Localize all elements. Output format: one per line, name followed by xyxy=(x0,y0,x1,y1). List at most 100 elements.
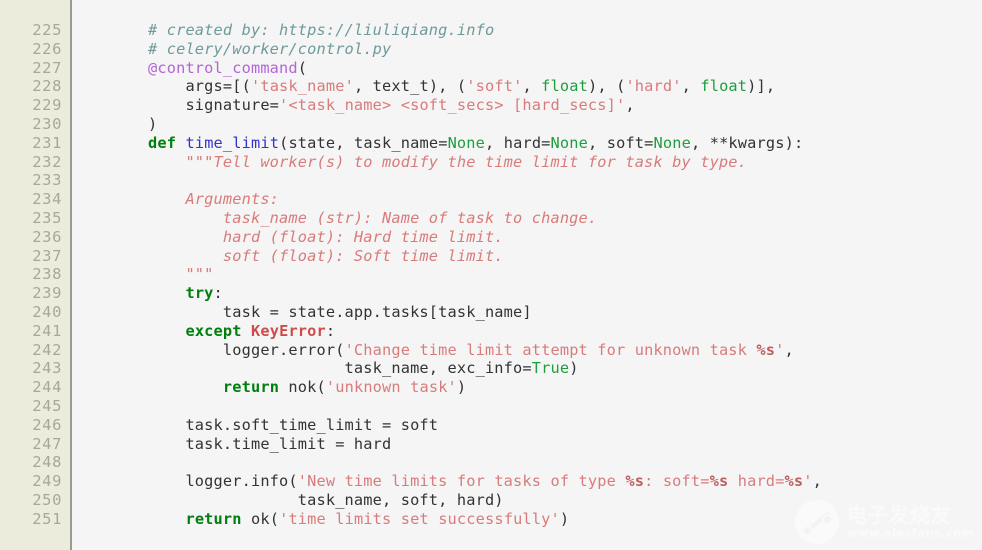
code-line: """ xyxy=(148,265,822,284)
code-line: except KeyError: xyxy=(148,322,822,341)
code-token: except xyxy=(185,321,242,340)
line-number: 237 xyxy=(32,246,62,265)
code-line: hard (float): Hard time limit. xyxy=(148,228,822,247)
code-token: , hard= xyxy=(485,133,551,152)
code-line: def time_limit(state, task_name=None, ha… xyxy=(148,134,822,153)
line-number: 229 xyxy=(32,96,62,115)
line-number: 246 xyxy=(32,415,62,434)
code-token: , xyxy=(784,340,794,359)
code-token: signature= xyxy=(148,96,280,115)
line-number: 226 xyxy=(32,39,62,58)
code-token: ( xyxy=(297,58,308,77)
code-token: (state, task_name= xyxy=(279,133,448,152)
line-number: 225 xyxy=(32,21,62,39)
code-token: , **kwargs): xyxy=(690,133,804,152)
line-number: 250 xyxy=(32,490,62,509)
line-number: 231 xyxy=(32,133,62,152)
line-number: 234 xyxy=(32,190,62,209)
code-lines: # created by: https://liuliqiang.info # c… xyxy=(148,21,822,529)
code-token: """ xyxy=(148,265,214,284)
code-line: task_name, exc_info=True) xyxy=(148,359,822,378)
code-token: ' xyxy=(803,472,813,491)
code-token: task_name (str): Name of task to change. xyxy=(148,208,598,227)
line-number: 242 xyxy=(32,340,62,359)
code-token: # celery/worker/control.py xyxy=(148,39,392,58)
code-line: @control_command( xyxy=(148,59,822,78)
line-number: 239 xyxy=(32,284,62,303)
code-token: : soft= xyxy=(644,472,710,491)
code-token: ) xyxy=(569,359,579,378)
line-number: 249 xyxy=(32,472,62,491)
code-token: task_name, soft, hard) xyxy=(148,490,504,509)
code-token: 'Change time limit attempt for unknown t… xyxy=(344,340,757,359)
code-token: : xyxy=(325,321,336,340)
line-number-gutter: 225 226 227 228 229 230 231 232 233 234 235 236 237 2… xyxy=(0,0,70,550)
code-token: @control_command xyxy=(148,58,298,77)
code-token: float xyxy=(700,77,748,96)
code-token: , xyxy=(522,77,542,96)
code-token: logger.info( xyxy=(148,472,298,491)
code-line: return ok('time limits set successfully'… xyxy=(148,510,822,529)
code-pane[interactable]: # created by: https://liuliqiang.info # c… xyxy=(72,0,982,550)
code-token: Arguments: xyxy=(148,190,280,209)
code-token: True xyxy=(531,359,570,378)
line-number: 248 xyxy=(32,453,62,472)
line-number: 233 xyxy=(32,171,62,190)
code-token: ) xyxy=(559,509,570,528)
code-token: '<task_name> <soft_secs> [hard_secs]' xyxy=(279,96,626,115)
code-line: return nok('unknown task') xyxy=(148,378,822,397)
line-number: 230 xyxy=(32,114,62,133)
line-number: 243 xyxy=(32,359,62,378)
code-line: try: xyxy=(148,284,822,303)
code-token: 'hard' xyxy=(625,77,682,96)
code-line: logger.info('New time limits for tasks o… xyxy=(148,472,822,491)
code-line: task.time_limit = hard xyxy=(148,435,822,454)
code-token: None xyxy=(447,133,486,152)
code-token: 'soft' xyxy=(466,77,523,96)
code-token: )], xyxy=(747,77,776,96)
line-number: 241 xyxy=(32,321,62,340)
code-token: def xyxy=(148,133,177,152)
code-token: 'task_name' xyxy=(250,77,354,96)
code-line: task_name, soft, hard) xyxy=(148,491,822,510)
code-token: logger.error( xyxy=(148,340,345,359)
code-token: 'time limits set successfully' xyxy=(279,509,560,528)
code-token: hard (float): Hard time limit. xyxy=(148,227,504,246)
code-token: # created by: https://liuliqiang.info xyxy=(148,21,495,39)
code-token: , xyxy=(681,77,701,96)
code-token: %s xyxy=(625,472,645,491)
code-token: try xyxy=(185,284,214,303)
code-token: %s xyxy=(784,472,804,491)
code-token: soft (float): Soft time limit. xyxy=(148,246,504,265)
code-token: None xyxy=(653,133,691,152)
line-number: 236 xyxy=(32,227,62,246)
line-number: 235 xyxy=(32,208,62,227)
code-token: ok( xyxy=(241,509,280,528)
line-number: 245 xyxy=(32,396,62,415)
code-token: , soft= xyxy=(588,133,654,152)
code-line: task_name (str): Name of task to change. xyxy=(148,209,822,228)
code-line: logger.error('Change time limit attempt … xyxy=(148,341,822,360)
code-token: , text_t), ( xyxy=(353,77,467,96)
code-viewer: 225 226 227 228 229 230 231 232 233 234 235 236 237 2… xyxy=(0,0,982,550)
code-token: return xyxy=(185,509,242,528)
code-token: float xyxy=(541,77,588,96)
line-number: 247 xyxy=(32,434,62,453)
code-line: """Tell worker(s) to modify the time lim… xyxy=(148,153,822,172)
code-token: ), ( xyxy=(587,77,626,96)
code-token: task.time_limit = hard xyxy=(148,434,392,453)
code-line: soft (float): Soft time limit. xyxy=(148,247,822,266)
code-token: task = state.app.tasks[task_name] xyxy=(148,302,532,321)
code-token: 'New time limits for tasks of type xyxy=(297,472,626,491)
code-token: 'unknown task' xyxy=(325,378,457,397)
line-number: 238 xyxy=(32,265,62,284)
line-number: 228 xyxy=(32,77,62,96)
code-token: hard= xyxy=(728,472,785,491)
